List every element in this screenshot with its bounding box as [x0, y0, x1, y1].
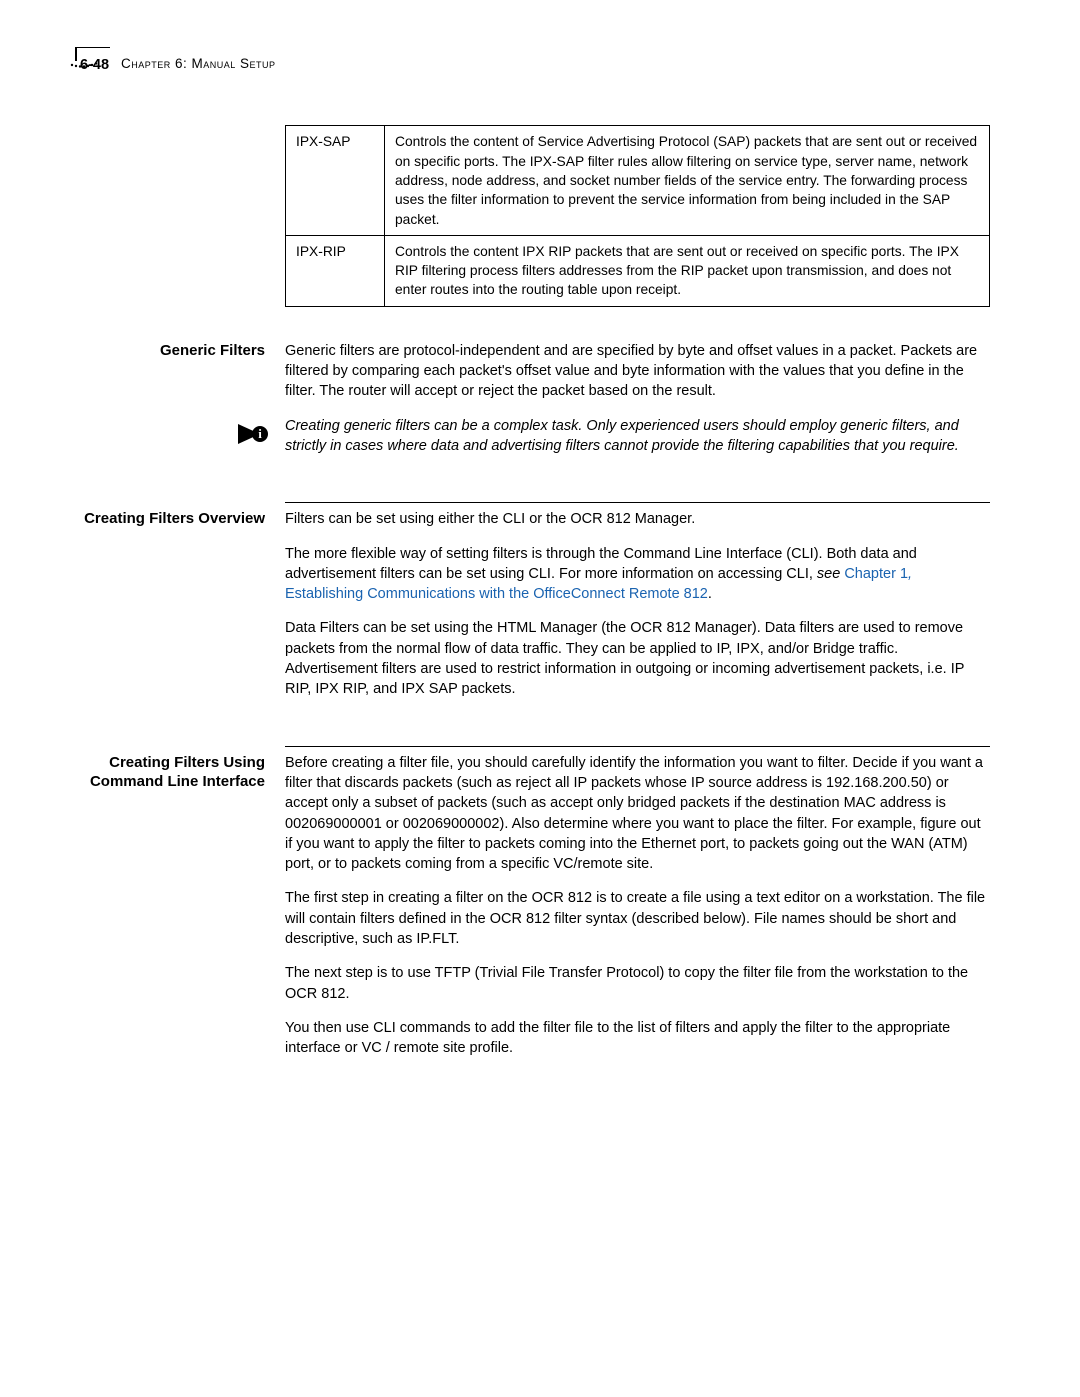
- link-chapter-1[interactable]: Chapter 1: [844, 566, 908, 582]
- chapter-label: Chapter 6: Manual Setup: [121, 55, 276, 74]
- side-heading: Creating Filters Using Command Line Inte…: [70, 753, 265, 792]
- body-text: Data Filters can be set using the HTML M…: [285, 618, 990, 699]
- section-generic-filters: Generic Filters Generic filters are prot…: [285, 335, 990, 490]
- body-text: The more flexible way of setting filters…: [285, 544, 990, 605]
- section-cli: Creating Filters Using Command Line Inte…: [285, 746, 990, 1093]
- page-header: 6-48 Chapter 6: Manual Setup: [70, 55, 990, 75]
- table-cell-desc: Controls the content IPX RIP packets tha…: [385, 235, 990, 306]
- body-text-fragment: ,: [908, 566, 912, 582]
- ipx-filter-table: IPX-SAP Controls the content of Service …: [285, 125, 990, 307]
- body-text-fragment: see: [817, 566, 844, 582]
- body-text: Filters can be set using either the CLI …: [285, 509, 990, 529]
- body-text: You then use CLI commands to add the fil…: [285, 1018, 990, 1059]
- table-cell-desc: Controls the content of Service Advertis…: [385, 126, 990, 236]
- body-text: Generic filters are protocol-independent…: [285, 341, 990, 402]
- body-text: Before creating a filter file, you shoul…: [285, 753, 990, 875]
- table-cell-label: IPX-RIP: [286, 235, 385, 306]
- link-establishing-communications[interactable]: Establishing Communications with the Off…: [285, 586, 708, 602]
- side-heading: Creating Filters Overview: [70, 509, 265, 529]
- header-ornament-icon: [70, 47, 100, 73]
- table-row: IPX-RIP Controls the content IPX RIP pac…: [286, 235, 990, 306]
- note-text: Creating generic filters can be a comple…: [285, 416, 990, 457]
- body-text: The next step is to use TFTP (Trivial Fi…: [285, 963, 990, 1004]
- body-text-fragment: .: [708, 586, 712, 602]
- section-overview: Creating Filters Overview Filters can be…: [285, 502, 990, 733]
- svg-text:i: i: [258, 426, 262, 441]
- table-cell-label: IPX-SAP: [286, 126, 385, 236]
- info-pointer-icon: i: [230, 420, 270, 454]
- side-heading: Generic Filters: [70, 341, 265, 361]
- body-text: The first step in creating a filter on t…: [285, 888, 990, 949]
- table-row: IPX-SAP Controls the content of Service …: [286, 126, 990, 236]
